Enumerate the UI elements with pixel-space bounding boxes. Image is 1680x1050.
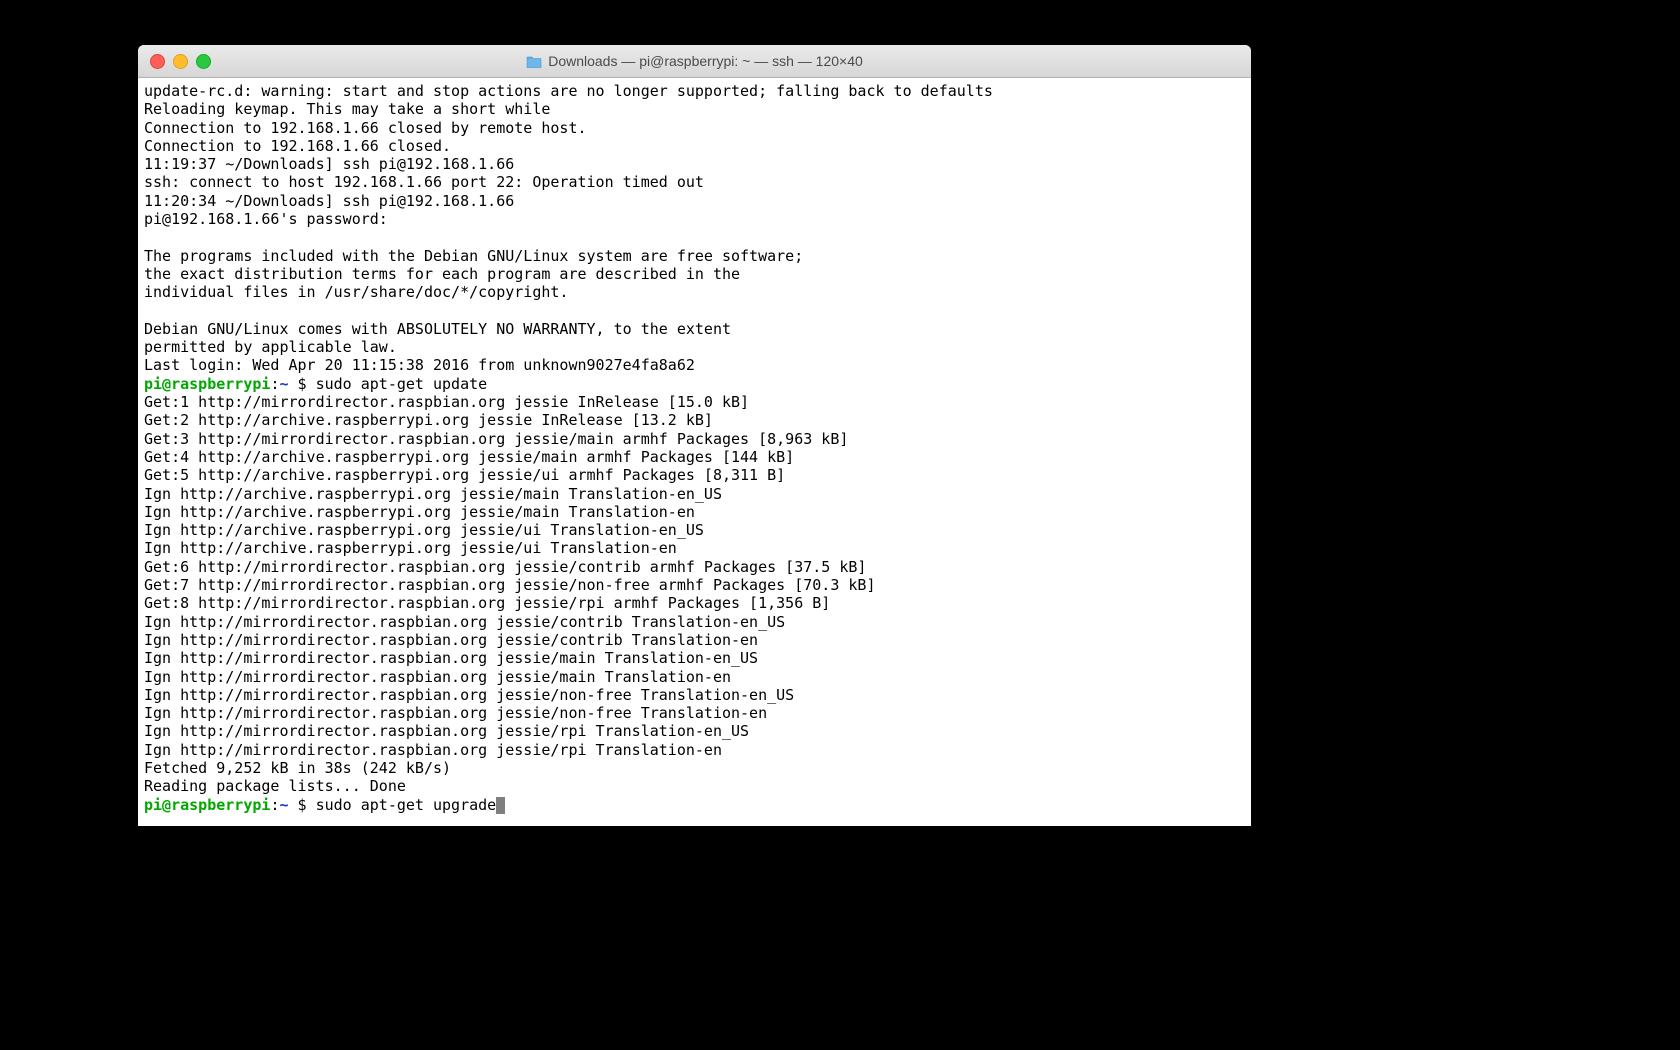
prompt-sigil: $ (289, 796, 316, 814)
window-title-wrap: Downloads — pi@raspberrypi: ~ — ssh — 12… (138, 53, 1251, 69)
output-line: 11:20:34 ~/Downloads] ssh pi@192.168.1.6… (144, 192, 514, 210)
output-line: ssh: connect to host 192.168.1.66 port 2… (144, 173, 704, 191)
terminal-window: Downloads — pi@raspberrypi: ~ — ssh — 12… (138, 45, 1251, 826)
prompt-sigil: $ (289, 375, 316, 393)
folder-icon (526, 55, 542, 68)
window-title: Downloads — pi@raspberrypi: ~ — ssh — 12… (548, 53, 863, 69)
prompt-user-host: pi@raspberrypi (144, 375, 270, 393)
output-line: Connection to 192.168.1.66 closed. (144, 137, 451, 155)
output-line: Ign http://mirrordirector.raspbian.org j… (144, 631, 758, 649)
output-line: Ign http://archive.raspberrypi.org jessi… (144, 503, 695, 521)
output-line: 11:19:37 ~/Downloads] ssh pi@192.168.1.6… (144, 155, 514, 173)
output-line: Get:5 http://archive.raspberrypi.org jes… (144, 466, 785, 484)
output-line: Ign http://mirrordirector.raspbian.org j… (144, 686, 794, 704)
output-line: the exact distribution terms for each pr… (144, 265, 740, 283)
output-line: Ign http://archive.raspberrypi.org jessi… (144, 539, 677, 557)
output-line: Reloading keymap. This may take a short … (144, 100, 550, 118)
output-line: Ign http://mirrordirector.raspbian.org j… (144, 613, 785, 631)
output-line: Ign http://mirrordirector.raspbian.org j… (144, 722, 749, 740)
output-line: Ign http://mirrordirector.raspbian.org j… (144, 649, 758, 667)
output-line: Fetched 9,252 kB in 38s (242 kB/s) (144, 759, 451, 777)
output-line: permitted by applicable law. (144, 338, 397, 356)
prompt-path: ~ (279, 375, 288, 393)
terminal-body[interactable]: update-rc.d: warning: start and stop act… (138, 78, 1251, 826)
output-line: Get:3 http://mirrordirector.raspbian.org… (144, 430, 848, 448)
output-line: The programs included with the Debian GN… (144, 247, 803, 265)
output-line: Get:6 http://mirrordirector.raspbian.org… (144, 558, 866, 576)
output-line: Get:2 http://archive.raspberrypi.org jes… (144, 411, 713, 429)
output-line: Connection to 192.168.1.66 closed by rem… (144, 119, 587, 137)
command-text: sudo apt-get upgrade (316, 796, 497, 814)
output-line: Ign http://mirrordirector.raspbian.org j… (144, 704, 767, 722)
prompt-path: ~ (279, 796, 288, 814)
output-line: Ign http://archive.raspberrypi.org jessi… (144, 521, 704, 539)
minimize-button[interactable] (173, 54, 188, 69)
maximize-button[interactable] (196, 54, 211, 69)
titlebar[interactable]: Downloads — pi@raspberrypi: ~ — ssh — 12… (138, 45, 1251, 78)
output-line: Debian GNU/Linux comes with ABSOLUTELY N… (144, 320, 731, 338)
output-line: Ign http://mirrordirector.raspbian.org j… (144, 668, 731, 686)
output-line: Ign http://mirrordirector.raspbian.org j… (144, 741, 722, 759)
close-button[interactable] (150, 54, 165, 69)
output-line: Get:4 http://archive.raspberrypi.org jes… (144, 448, 794, 466)
output-line: Last login: Wed Apr 20 11:15:38 2016 fro… (144, 356, 695, 374)
output-line: Get:1 http://mirrordirector.raspbian.org… (144, 393, 749, 411)
command-text: sudo apt-get update (316, 375, 488, 393)
prompt-user-host: pi@raspberrypi (144, 796, 270, 814)
output-line: Reading package lists... Done (144, 777, 406, 795)
output-line: Get:8 http://mirrordirector.raspbian.org… (144, 594, 830, 612)
output-line: Get:7 http://mirrordirector.raspbian.org… (144, 576, 876, 594)
cursor (496, 797, 505, 814)
output-line: update-rc.d: warning: start and stop act… (144, 82, 993, 100)
output-line: pi@192.168.1.66's password: (144, 210, 388, 228)
output-line: individual files in /usr/share/doc/*/cop… (144, 283, 568, 301)
output-line: Ign http://archive.raspberrypi.org jessi… (144, 485, 722, 503)
traffic-lights (150, 54, 211, 69)
